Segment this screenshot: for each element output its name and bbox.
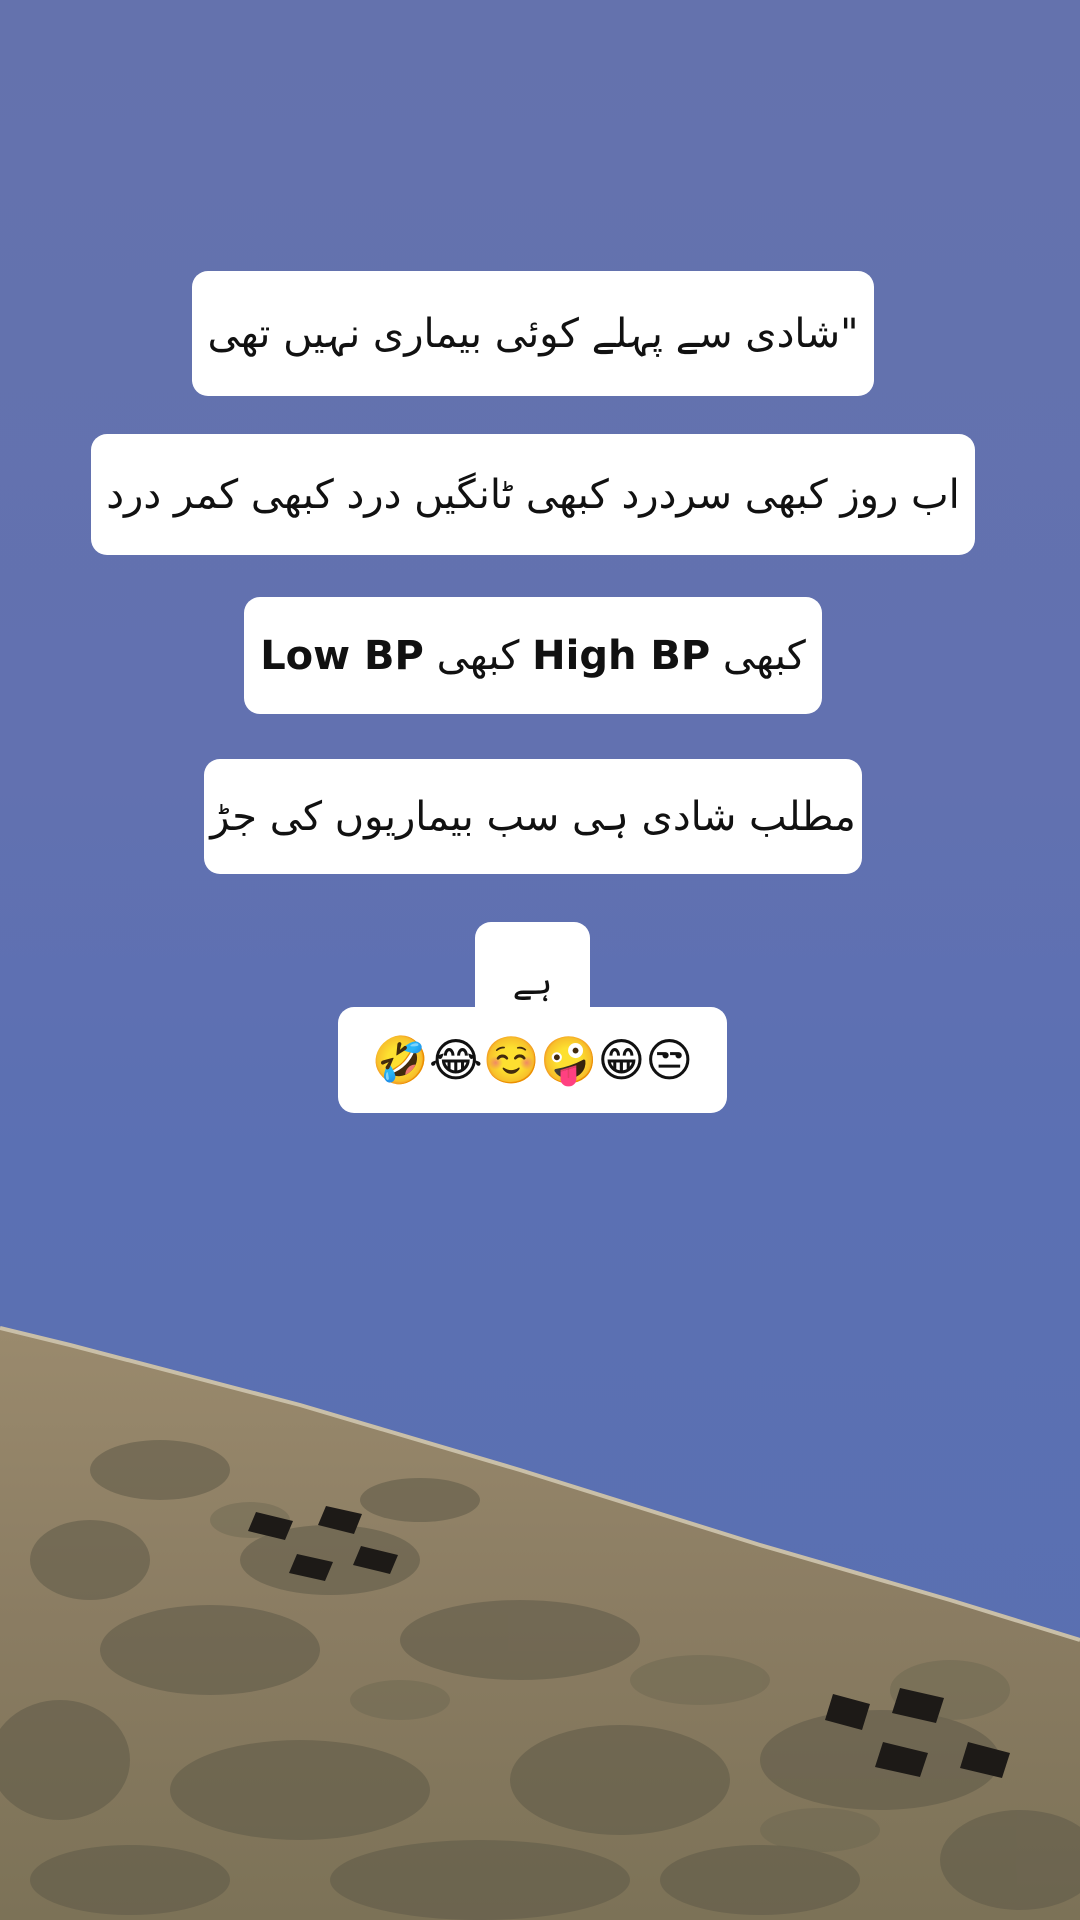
caption-line-3: کبھی High BP کبھی Low BP xyxy=(244,597,822,714)
caption-word-kabhi-1: کبھی xyxy=(722,632,806,679)
caption-line-1: "شادی سے پہلے کوئی بیماری نہیں تھی xyxy=(192,271,874,396)
caption-text-4: مطلب شادی ہی سب بیماریوں کی جڑ xyxy=(210,793,856,840)
caption-text-1: "شادی سے پہلے کوئی بیماری نہیں تھی xyxy=(207,310,859,357)
caption-text-5: ہے xyxy=(512,963,553,1003)
caption-word-kabhi-2: کبھی xyxy=(436,632,520,679)
caption-emojis: 🤣😂☺️🤪😁😒 xyxy=(338,1007,727,1113)
caption-low-bp: Low BP xyxy=(260,632,424,679)
caption-text-2: اب روز کبھی سردرد کبھی ٹانگیں درد کبھی ک… xyxy=(106,471,960,518)
caption-high-bp: High BP xyxy=(532,632,711,679)
caption-line-2: اب روز کبھی سردرد کبھی ٹانگیں درد کبھی ک… xyxy=(91,434,975,555)
caption-line-4: مطلب شادی ہی سب بیماریوں کی جڑ xyxy=(204,759,862,874)
emoji-row: 🤣😂☺️🤪😁😒 xyxy=(371,1033,694,1087)
